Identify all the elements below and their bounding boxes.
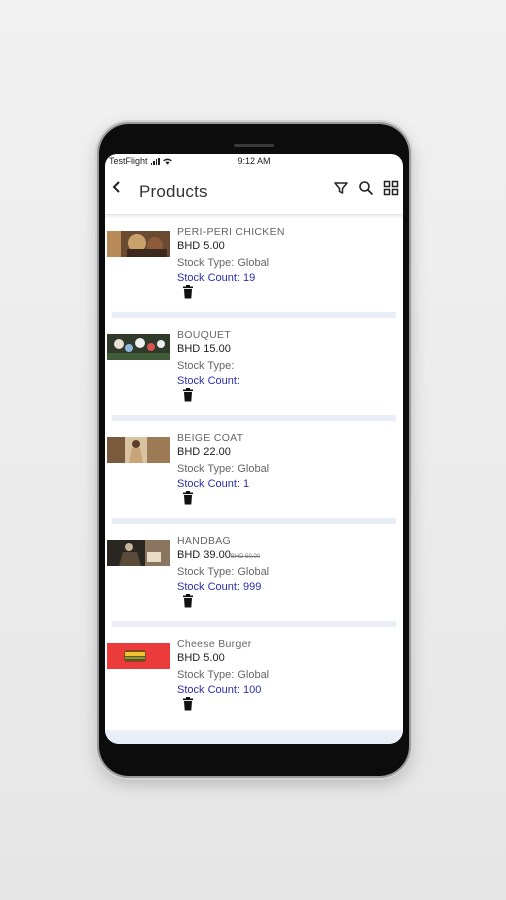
- list-footer: [105, 730, 403, 744]
- product-price: BHD 5.00: [177, 239, 399, 256]
- product-info: BEIGE COAT BHD 22.00 Stock Type: Global …: [177, 431, 399, 492]
- product-item[interactable]: BEIGE COAT BHD 22.00 Stock Type: Global …: [105, 421, 403, 518]
- stock-count: Stock Count: 100: [177, 684, 262, 696]
- trash-icon[interactable]: [182, 491, 194, 505]
- product-item[interactable]: Cheese Burger BHD 5.00 Stock Type: Globa…: [105, 627, 403, 724]
- trash-icon[interactable]: [182, 285, 194, 299]
- product-item[interactable]: BOUQUET BHD 15.00 Stock Type: Stock Coun…: [105, 318, 403, 415]
- status-time: 9:12 AM: [237, 156, 271, 166]
- stock-count: Stock Count: 19: [177, 272, 256, 284]
- trash-icon[interactable]: [182, 697, 194, 711]
- old-price: BHD 50.00: [230, 554, 261, 560]
- stock-type: Stock Type: Global: [177, 257, 270, 269]
- product-name: Cheese Burger: [177, 638, 252, 650]
- back-arrow-icon[interactable]: [109, 179, 125, 195]
- product-name: BEIGE COAT: [177, 432, 244, 444]
- stock-type: Stock Type:: [177, 360, 235, 372]
- product-price: BHD 5.00: [177, 651, 399, 668]
- product-image: [107, 437, 170, 463]
- trash-icon[interactable]: [182, 594, 194, 608]
- product-info: HANDBAG BHD 39.00BHD 50.00 Stock Type: G…: [177, 534, 399, 595]
- stock-count: Stock Count:: [177, 375, 240, 387]
- stock-type: Stock Type: Global: [177, 463, 270, 475]
- product-name: BOUQUET: [177, 329, 232, 341]
- product-price: BHD 15.00: [177, 342, 399, 359]
- stock-type: Stock Type: Global: [177, 669, 270, 681]
- product-name: HANDBAG: [177, 535, 232, 547]
- search-icon[interactable]: [358, 180, 374, 196]
- product-list: PERI-PERI CHICKEN BHD 5.00 Stock Type: G…: [105, 215, 403, 724]
- product-info: Cheese Burger BHD 5.00 Stock Type: Globa…: [177, 637, 399, 698]
- current-price: BHD 22.00: [177, 446, 231, 458]
- product-image: [107, 643, 170, 669]
- product-info: PERI-PERI CHICKEN BHD 5.00 Stock Type: G…: [177, 225, 399, 286]
- stock-type: Stock Type: Global: [177, 566, 270, 578]
- phone-speaker: [234, 144, 274, 147]
- grid-view-icon[interactable]: [383, 180, 399, 196]
- page-title: Products: [139, 182, 208, 201]
- product-image: [107, 334, 170, 360]
- stock-count: Stock Count: 1: [177, 478, 250, 490]
- product-image: [107, 540, 170, 566]
- product-item[interactable]: PERI-PERI CHICKEN BHD 5.00 Stock Type: G…: [105, 215, 403, 312]
- filter-icon[interactable]: [333, 180, 349, 196]
- current-price: BHD 15.00: [177, 343, 231, 355]
- current-price: BHD 5.00: [177, 240, 225, 252]
- status-bar: TestFlight 9:12 AM: [105, 154, 403, 168]
- current-price: BHD 39.00: [177, 549, 231, 561]
- product-image: [107, 231, 170, 257]
- header-actions: [333, 180, 399, 196]
- app-screen: TestFlight 9:12 AM Products PERI-PERI CH…: [105, 154, 403, 744]
- product-item[interactable]: HANDBAG BHD 39.00BHD 50.00 Stock Type: G…: [105, 524, 403, 621]
- product-info: BOUQUET BHD 15.00 Stock Type: Stock Coun…: [177, 328, 399, 389]
- stock-count: Stock Count: 999: [177, 581, 262, 593]
- product-price: BHD 22.00: [177, 445, 399, 462]
- current-price: BHD 5.00: [177, 652, 225, 664]
- phone-frame: TestFlight 9:12 AM Products PERI-PERI CH…: [99, 124, 409, 776]
- product-name: PERI-PERI CHICKEN: [177, 226, 285, 238]
- app-header: Products: [105, 168, 403, 215]
- product-price: BHD 39.00BHD 50.00: [177, 548, 399, 565]
- trash-icon[interactable]: [182, 388, 194, 402]
